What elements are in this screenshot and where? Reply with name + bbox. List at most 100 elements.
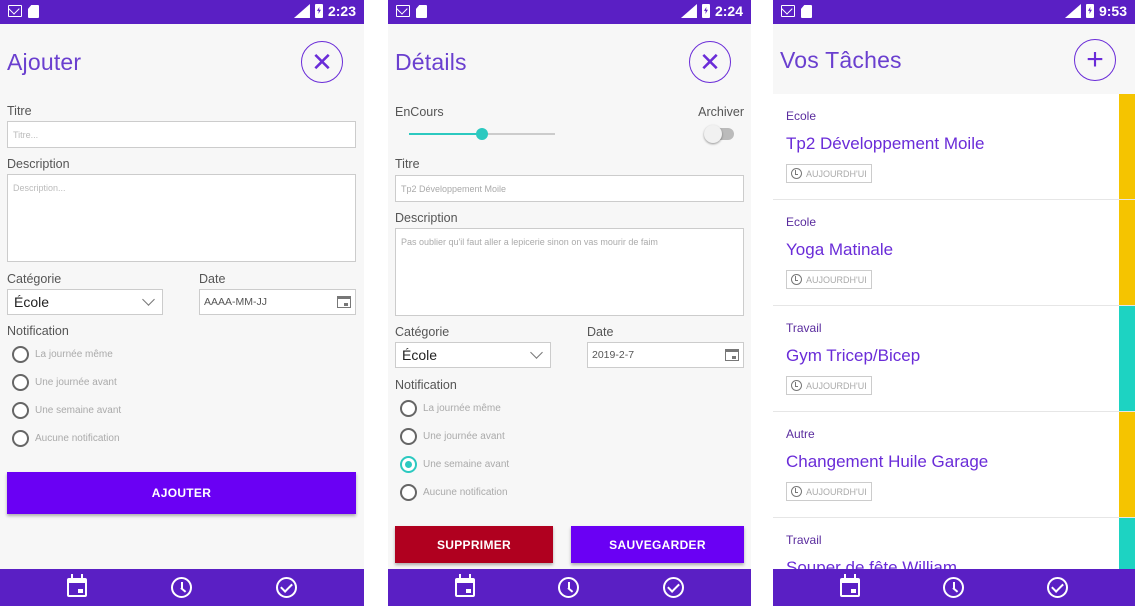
description-value: Pas oublier qu'il faut aller a lepicerie… (401, 237, 658, 247)
radio-button[interactable] (12, 402, 29, 419)
bottom-navigation (0, 569, 364, 606)
date-input[interactable]: 2019-2-7 (587, 342, 744, 368)
clock-icon[interactable] (171, 577, 192, 598)
plus-icon: + (1086, 43, 1104, 76)
categorie-value: École (14, 294, 50, 310)
option-label: La journée même (35, 349, 113, 360)
notification-option[interactable]: Aucune notification (400, 484, 508, 501)
description-input[interactable]: Pas oublier qu'il faut aller a lepicerie… (395, 228, 744, 316)
status-time: 2:23 (327, 3, 356, 19)
clock-icon (791, 274, 802, 285)
calendar-icon[interactable] (67, 574, 87, 597)
notification-option[interactable]: Une semaine avant (400, 456, 509, 473)
description-input[interactable]: Description... (7, 174, 356, 262)
notification-option[interactable]: Une semaine avant (12, 402, 121, 419)
add-task-screen: 2:23 Ajouter ✕ Titre Titre... Descriptio… (0, 0, 364, 606)
notification-option[interactable]: La journée même (400, 400, 501, 417)
category-color-strip (1119, 94, 1135, 199)
task-list-screen: 9:53 Vos Tâches + Ecole Tp2 Développement… (773, 0, 1135, 606)
clock-icon (791, 380, 802, 391)
calendar-icon[interactable] (454, 574, 475, 597)
chevron-down-icon (142, 293, 155, 306)
radio-button[interactable] (12, 430, 29, 447)
clock-icon[interactable] (942, 577, 964, 598)
page-title: Détails (395, 49, 467, 75)
page-title: Ajouter (7, 49, 82, 75)
close-button[interactable]: ✕ (301, 41, 343, 83)
option-label: Aucune notification (423, 487, 508, 498)
due-label: AUJOURDH'UI (806, 274, 867, 285)
task-category: Autre (786, 427, 815, 441)
add-task-button[interactable]: + (1074, 39, 1116, 81)
date-value: 2019-2-7 (592, 349, 635, 361)
option-label: Aucune notification (35, 433, 120, 444)
task-list: Ecole Tp2 Développement Moile AUJOURDH'UI E… (773, 94, 1135, 569)
status-bar: 2:23 (0, 0, 364, 24)
clock-icon[interactable] (558, 577, 580, 598)
encours-label: EnCours (395, 105, 444, 119)
radio-button-selected[interactable] (400, 456, 417, 473)
task-card[interactable]: Autre Changement Huile Garage AUJOURDH'UI (773, 412, 1135, 518)
archiver-toggle[interactable] (704, 125, 734, 143)
check-circle-icon[interactable] (663, 577, 685, 598)
option-label: Une journée avant (423, 431, 505, 442)
categorie-select[interactable]: École (395, 342, 551, 368)
task-name: Changement Huile Garage (786, 452, 989, 471)
task-card[interactable]: Ecole Yoga Matinale AUJOURDH'UI (773, 200, 1135, 306)
clock-icon (791, 168, 802, 179)
task-card[interactable]: TravailSouper de fête WilliamAUJOURDH'UI (773, 518, 1135, 569)
notification-option[interactable]: Aucune notification (12, 430, 120, 447)
check-circle-icon[interactable] (276, 577, 297, 598)
close-icon: ✕ (699, 47, 721, 77)
encours-slider[interactable] (409, 128, 555, 140)
categorie-select[interactable]: École (7, 289, 163, 315)
radio-button[interactable] (12, 346, 29, 363)
categorie-label: Catégorie (395, 325, 450, 339)
calendar-icon[interactable] (839, 574, 860, 597)
date-value: AAAA-MM-JJ (204, 296, 267, 308)
archiver-label: Archiver (698, 105, 744, 119)
titre-label: Titre (7, 104, 32, 118)
check-circle-icon[interactable] (1047, 577, 1069, 598)
titre-input[interactable]: Tp2 Développement Moile (395, 175, 744, 202)
calendar-icon[interactable] (725, 349, 739, 361)
radio-button[interactable] (400, 484, 417, 501)
category-color-strip (1119, 306, 1135, 411)
category-color-strip (1119, 518, 1135, 569)
delete-button[interactable]: SUPPRIMER (395, 526, 553, 563)
task-card[interactable]: Ecole Tp2 Développement Moile AUJOURDH'UI (773, 94, 1135, 200)
notification-option[interactable]: Une journée avant (400, 428, 505, 445)
close-icon: ✕ (311, 47, 333, 77)
titre-input[interactable]: Titre... (7, 121, 356, 148)
mail-icon (8, 5, 22, 17)
option-label: Une semaine avant (35, 405, 122, 416)
due-label: AUJOURDH'UI (806, 486, 867, 497)
close-button[interactable]: ✕ (689, 41, 731, 83)
page-title: Vos Tâches (780, 47, 902, 73)
radio-button[interactable] (400, 400, 417, 417)
save-button[interactable]: SAUVEGARDER (571, 526, 744, 563)
date-input[interactable]: AAAA-MM-JJ (199, 289, 356, 315)
radio-button[interactable] (12, 374, 29, 391)
task-card[interactable]: Travail Gym Tricep/Bicep AUJOURDH'UI (773, 306, 1135, 412)
slider-fill (409, 133, 482, 135)
notification-label: Notification (7, 324, 69, 338)
date-label: Date (199, 272, 226, 286)
categorie-value: École (402, 347, 438, 363)
sd-card-icon (416, 5, 427, 18)
clock-icon (791, 486, 802, 497)
titre-label: Titre (395, 157, 420, 171)
calendar-icon[interactable] (337, 296, 351, 308)
signal-icon (1064, 4, 1081, 18)
notification-option[interactable]: Une journée avant (12, 374, 117, 391)
battery-icon (1085, 4, 1094, 18)
signal-icon (680, 4, 697, 18)
due-chip: AUJOURDH'UI (786, 482, 872, 501)
add-button[interactable]: AJOUTER (7, 472, 356, 514)
toggle-knob (704, 125, 722, 143)
notification-option[interactable]: La journée même (12, 346, 113, 363)
task-category: Ecole (786, 109, 817, 123)
task-name: Yoga Matinale (786, 240, 894, 259)
radio-button[interactable] (400, 428, 417, 445)
slider-thumb[interactable] (476, 128, 488, 140)
